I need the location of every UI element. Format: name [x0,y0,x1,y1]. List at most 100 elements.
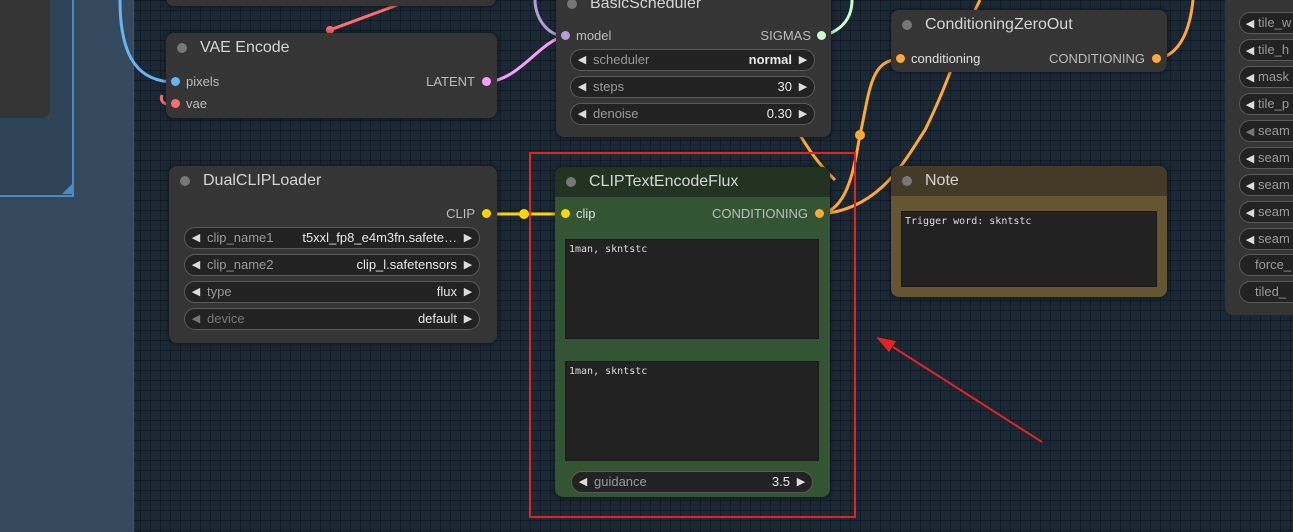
note-textarea[interactable]: Trigger word: skntstc [901,211,1157,287]
slot-dot[interactable] [896,54,905,63]
slot-label: SIGMAS [760,28,811,43]
slot-dot[interactable] [482,209,491,218]
seam-widget-4[interactable]: ◀ seam [1239,201,1293,223]
decrement-arrow-icon[interactable]: ◀ [189,282,203,302]
decrement-arrow-icon[interactable]: ◀ [1242,176,1258,195]
collapse-dot[interactable] [567,0,577,9]
widget-label: seam [1258,177,1290,192]
widget-value: 30 [777,79,792,94]
decrement-arrow-icon[interactable]: ◀ [575,50,589,70]
output-slot-latent[interactable]: LATENT [377,73,497,91]
increment-arrow-icon[interactable]: ▶ [796,104,810,124]
mask-widget[interactable]: ◀ mask [1239,66,1293,88]
seam-widget-2[interactable]: ◀ seam [1239,147,1293,169]
widget-label: denoise [593,106,639,121]
slot-label: pixels [186,74,220,89]
steps-number[interactable]: ◀ steps 30 ▶ [570,76,815,98]
tile-h-widget[interactable]: ◀ tile_h [1239,39,1293,61]
collapse-dot[interactable] [180,176,190,186]
increment-arrow-icon[interactable]: ▶ [461,255,475,275]
partial-node-right[interactable]: ◀ tile_w ◀ tile_h ◀ mask ◀ tile_p ◀ seam ◀ sea… [1225,0,1293,315]
increment-arrow-icon[interactable]: ▶ [461,282,475,302]
dual-clip-loader-node[interactable]: DualCLIPLoader CLIP ◀ clip_name1 t5xxl_f… [169,166,497,343]
vae-encode-node[interactable]: VAE Encode pixels vae LATENT [166,33,497,118]
increment-arrow-icon[interactable]: ▶ [796,77,810,97]
note-node[interactable]: Note Trigger word: skntstc [891,166,1167,297]
increment-arrow-icon[interactable]: ▶ [461,309,475,329]
decrement-arrow-icon[interactable]: ◀ [1242,14,1258,33]
output-slot-clip[interactable]: CLIP [397,205,497,223]
slot-dot[interactable] [561,31,570,40]
tiled-widget[interactable]: tiled_ [1239,281,1293,303]
node-title: BasicScheduler [590,0,702,12]
decrement-arrow-icon[interactable]: ◀ [575,104,589,124]
widget-value: flux [436,284,457,299]
clip-name1-combo[interactable]: ◀ clip_name1 t5xxl_fp8_e4m3fn.safete… ▶ [184,227,480,249]
widget-value: default [417,311,457,326]
tile-w-widget[interactable]: ◀ tile_w [1239,12,1293,34]
seam-widget-3[interactable]: ◀ seam [1239,174,1293,196]
widget-label: scheduler [593,52,650,67]
decrement-arrow-icon[interactable]: ◀ [189,309,203,329]
widget-label: clip_name1 [207,230,274,245]
widget-value: t5xxl_fp8_e4m3fn.safete… [302,230,457,245]
increment-arrow-icon[interactable]: ▶ [796,50,810,70]
tile-p-widget[interactable]: ◀ tile_p [1239,93,1293,115]
widget-label: seam [1258,123,1290,138]
node-title-bar[interactable]: Note [891,166,1167,196]
decrement-arrow-icon[interactable]: ◀ [189,228,203,248]
offscreen-node-top[interactable] [166,0,496,6]
output-slot-sigmas[interactable]: SIGMAS [711,27,831,45]
widget-label: tile_p [1258,96,1290,111]
slot-dot[interactable] [482,77,491,86]
conditioning-zero-out-node[interactable]: ConditioningZeroOut conditioning CONDITI… [891,10,1167,72]
widget-value: 0.30 [766,106,792,121]
slot-dot[interactable] [171,99,180,108]
slot-dot[interactable] [817,31,826,40]
decrement-arrow-icon[interactable]: ◀ [575,77,589,97]
widget-label: force_ [1255,257,1292,272]
scheduler-combo[interactable]: ◀ scheduler normal ▶ [570,49,815,71]
widget-label: seam [1258,231,1290,246]
basic-scheduler-node[interactable]: BasicScheduler model SIGMAS ◀ scheduler … [556,0,831,137]
decrement-arrow-icon[interactable]: ◀ [1242,149,1258,168]
widget-label: tiled_ [1255,284,1287,299]
slot-dot[interactable] [171,77,180,86]
node-title-bar[interactable]: VAE Encode [166,33,497,63]
widget-label: device [207,311,245,326]
output-slot-conditioning[interactable]: CONDITIONING [1017,50,1167,68]
type-combo[interactable]: ◀ type flux ▶ [184,281,480,303]
widget-label: seam [1258,204,1290,219]
decrement-arrow-icon[interactable]: ◀ [1242,203,1258,222]
slot-dot[interactable] [1152,54,1161,63]
widget-label: type [207,284,232,299]
node-title: Note [925,172,959,189]
force-widget[interactable]: force_ [1239,254,1293,276]
widget-value: normal [748,52,792,67]
clip-name2-combo[interactable]: ◀ clip_name2 clip_l.safetensors ▶ [184,254,480,276]
widget-label: steps [593,79,625,94]
node-title-bar[interactable]: ConditioningZeroOut [891,10,1167,40]
collapse-dot[interactable] [902,20,912,30]
collapse-dot[interactable] [177,43,187,53]
denoise-number[interactable]: ◀ denoise 0.30 ▶ [570,103,815,125]
slot-label: conditioning [911,51,981,66]
widget-value: clip_l.safetensors [356,257,457,272]
decrement-arrow-icon[interactable]: ◀ [1242,230,1258,249]
seam-widget-5[interactable]: ◀ seam [1239,228,1293,250]
node-title-bar[interactable]: DualCLIPLoader [169,166,497,196]
decrement-arrow-icon[interactable]: ◀ [1242,41,1258,60]
decrement-arrow-icon[interactable]: ◀ [1242,95,1258,114]
widget-label: clip_name2 [207,257,274,272]
decrement-arrow-icon[interactable]: ◀ [1242,122,1258,141]
node-title-bar[interactable]: BasicScheduler [556,0,831,19]
annotation-highlight-box [529,152,856,518]
seam-widget-1[interactable]: ◀ seam [1239,120,1293,142]
device-combo[interactable]: ◀ device default ▶ [184,308,480,330]
increment-arrow-icon[interactable]: ▶ [461,228,475,248]
decrement-arrow-icon[interactable]: ◀ [1242,68,1258,87]
slot-label: vae [186,96,207,111]
collapse-dot[interactable] [902,176,912,186]
node-title: VAE Encode [200,39,290,56]
decrement-arrow-icon[interactable]: ◀ [189,255,203,275]
